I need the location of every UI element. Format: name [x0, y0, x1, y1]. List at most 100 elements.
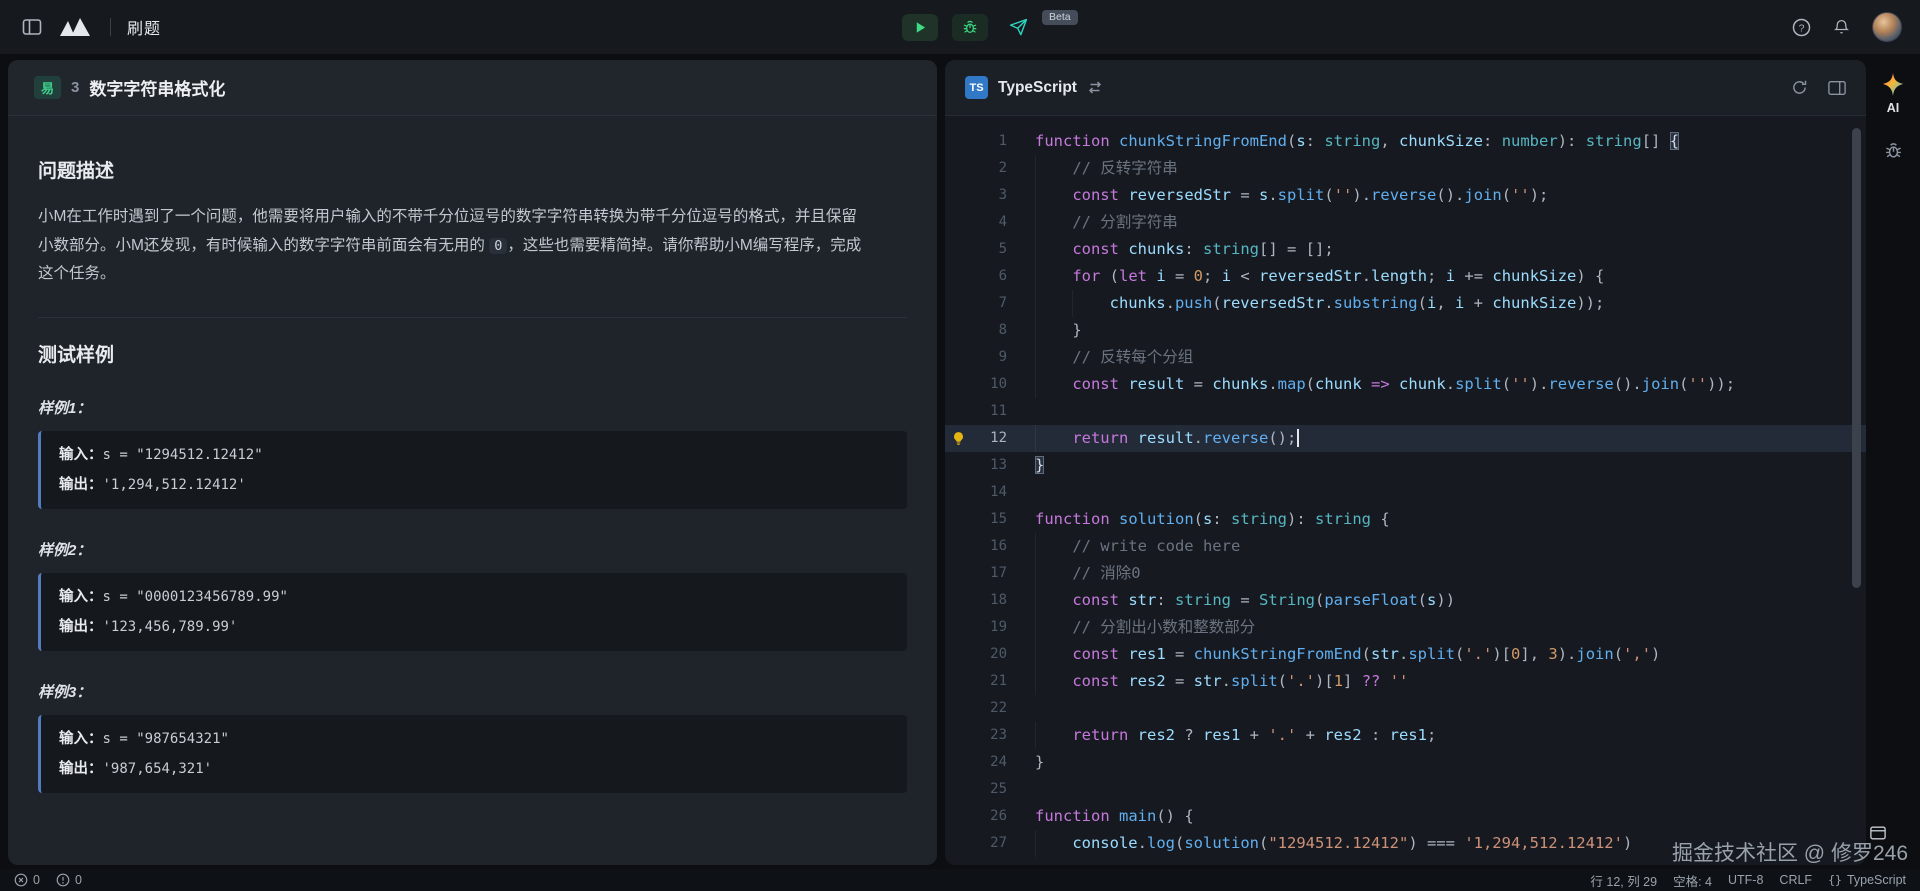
code-line-3[interactable]: 3 const reversedStr = s.split('').revers… — [945, 182, 1866, 209]
code-token: ( — [1502, 186, 1511, 204]
bug-icon — [1884, 141, 1903, 160]
app-title: 刷题 — [127, 15, 161, 39]
eol-setting[interactable]: CRLF — [1779, 873, 1812, 887]
sidebar-toggle-icon[interactable] — [22, 18, 42, 36]
code-text: // write code here — [1007, 533, 1240, 560]
code-line-20[interactable]: 20 const res1 = chunkStringFromEnd(str.s… — [945, 641, 1866, 668]
ai-assistant-button[interactable]: AI — [1880, 72, 1906, 115]
code-line-10[interactable]: 10 const result = chunks.map(chunk => ch… — [945, 371, 1866, 398]
code-line-4[interactable]: 4 // 分割字符串 — [945, 209, 1866, 236]
code-token: s — [1259, 186, 1268, 204]
sample-3-output-row: 输出：'987,654,321' — [59, 754, 889, 784]
code-text: const res2 = str.split('.')[1] ?? '' — [1007, 668, 1408, 695]
debug-run-button[interactable] — [952, 14, 988, 41]
code-token: return — [1072, 429, 1128, 447]
line-number: 14 — [971, 479, 1007, 506]
warnings-indicator[interactable]: 0 — [56, 873, 82, 887]
code-line-23[interactable]: 23 return res2 ? res1 + '.' + res2 : res… — [945, 722, 1866, 749]
glyph-margin — [945, 533, 971, 560]
code-line-6[interactable]: 6 for (let i = 0; i < reversedStr.length… — [945, 263, 1866, 290]
code-line-8[interactable]: 8 } — [945, 317, 1866, 344]
help-icon[interactable]: ? — [1792, 18, 1811, 37]
code-line-18[interactable]: 18 const str: string = String(parseFloat… — [945, 587, 1866, 614]
code-token: 0 — [1511, 645, 1520, 663]
code-line-15[interactable]: 15function solution(s: string): string { — [945, 506, 1866, 533]
typescript-icon: TS — [965, 76, 988, 99]
glyph-margin — [945, 263, 971, 290]
code-token: (). — [1614, 375, 1642, 393]
code-token: // 分割字符串 — [1072, 213, 1178, 231]
code-token: )[ — [1492, 645, 1511, 663]
bug-report-button[interactable] — [1884, 141, 1903, 160]
code-line-24[interactable]: 24} — [945, 749, 1866, 776]
code-token: reversedStr — [1128, 186, 1231, 204]
code-token: parseFloat — [1324, 591, 1417, 609]
code-token: + — [1464, 294, 1492, 312]
code-token: . — [1362, 267, 1371, 285]
code-token: . — [1138, 834, 1147, 852]
code-token: ) === — [1408, 834, 1464, 852]
code-token: } — [1072, 321, 1081, 339]
errors-indicator[interactable]: 0 — [14, 873, 40, 887]
code-line-13[interactable]: 13} — [945, 452, 1866, 479]
code-token: : — [1306, 132, 1325, 150]
code-text: for (let i = 0; i < reversedStr.length; … — [1007, 263, 1604, 290]
code-token: result — [1138, 429, 1194, 447]
code-token — [1035, 182, 1072, 209]
code-line-14[interactable]: 14 — [945, 479, 1866, 506]
quick-fix-lightbulb-icon[interactable] — [945, 425, 971, 452]
code-token: ( — [1259, 834, 1268, 852]
user-avatar[interactable] — [1872, 12, 1902, 42]
glyph-margin — [945, 155, 971, 182]
code-line-22[interactable]: 22 — [945, 695, 1866, 722]
code-token: += — [1455, 267, 1492, 285]
line-number: 17 — [971, 560, 1007, 587]
run-button[interactable] — [902, 14, 938, 41]
code-line-1[interactable]: 1function chunkStringFromEnd(s: string, … — [945, 128, 1866, 155]
code-token: join — [1464, 186, 1501, 204]
line-number: 23 — [971, 722, 1007, 749]
sample-input-label: 输入： — [59, 447, 103, 463]
language-switch-icon[interactable] — [1087, 80, 1103, 95]
code-token: ( — [1278, 672, 1287, 690]
code-line-5[interactable]: 5 const chunks: string[] = []; — [945, 236, 1866, 263]
code-token: 1 — [1334, 672, 1343, 690]
code-token — [1110, 807, 1119, 825]
code-line-16[interactable]: 16 // write code here — [945, 533, 1866, 560]
editor-scrollbar-thumb[interactable] — [1852, 128, 1861, 588]
code-token: number — [1502, 132, 1558, 150]
submit-button[interactable] — [1002, 14, 1034, 41]
code-token: i — [1427, 294, 1436, 312]
cursor-position[interactable]: 行 12, 列 29 — [1590, 871, 1657, 890]
line-number: 13 — [971, 452, 1007, 479]
indentation-setting[interactable]: 空格: 4 — [1673, 871, 1712, 890]
code-token: res1 — [1128, 645, 1165, 663]
code-line-12[interactable]: 12 return result.reverse(); — [945, 425, 1866, 452]
line-number: 7 — [971, 290, 1007, 317]
code-line-2[interactable]: 2 // 反转字符串 — [945, 155, 1866, 182]
code-text: function chunkStringFromEnd(s: string, c… — [1007, 128, 1679, 155]
glyph-margin — [945, 236, 971, 263]
code-editor[interactable]: 1 function chunkStringFromEnd(s: string, … — [945, 116, 1866, 865]
reset-code-icon[interactable] — [1791, 79, 1808, 96]
panel-layout-icon[interactable] — [1828, 80, 1846, 96]
code-line-19[interactable]: 19 // 分割出小数和整数部分 — [945, 614, 1866, 641]
code-line-11[interactable]: 11 — [945, 398, 1866, 425]
code-token: string — [1231, 510, 1287, 528]
code-line-26[interactable]: 26function main() { — [945, 803, 1866, 830]
language-mode[interactable]: {} TypeScript — [1828, 873, 1906, 887]
code-token: ?? — [1362, 672, 1381, 690]
code-line-21[interactable]: 21 const res2 = str.split('.')[1] ?? '' — [945, 668, 1866, 695]
code-line-7[interactable]: 7 chunks.push(reversedStr.substring(i, i… — [945, 290, 1866, 317]
code-line-25[interactable]: 25 — [945, 776, 1866, 803]
warnings-count: 0 — [75, 873, 82, 887]
code-token — [1119, 591, 1128, 609]
code-token: ) — [1651, 645, 1660, 663]
notifications-bell-icon[interactable] — [1833, 18, 1850, 36]
problem-number: 3 — [71, 79, 79, 96]
encoding-setting[interactable]: UTF-8 — [1728, 873, 1763, 887]
code-line-9[interactable]: 9 // 反转每个分组 — [945, 344, 1866, 371]
code-text: const reversedStr = s.split('').reverse(… — [1007, 182, 1548, 209]
sample-input-label: 输入： — [59, 731, 103, 747]
code-line-17[interactable]: 17 // 消除0 — [945, 560, 1866, 587]
